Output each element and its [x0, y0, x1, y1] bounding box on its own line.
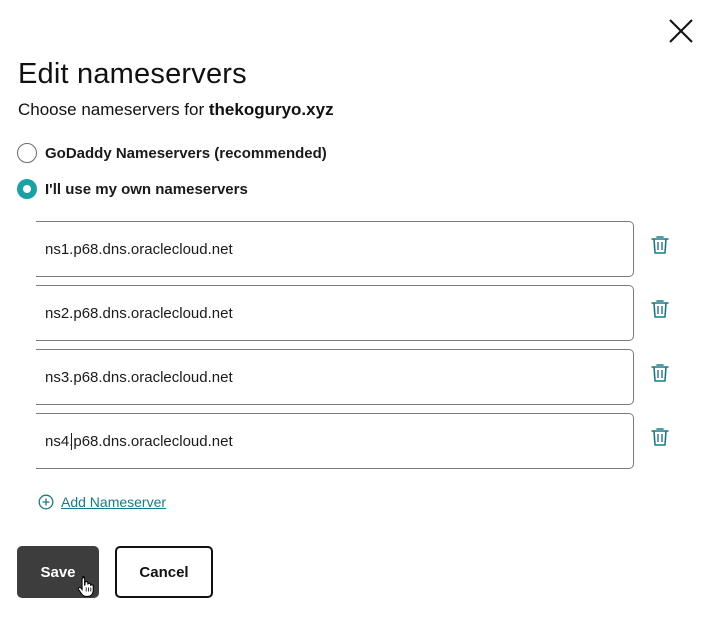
delete-nameserver-button[interactable] [651, 235, 669, 255]
plus-circle-icon [38, 494, 54, 510]
radio-label-godaddy: GoDaddy Nameservers (recommended) [45, 144, 327, 162]
add-nameserver-link[interactable]: Add Nameserver [38, 494, 166, 510]
delete-nameserver-button[interactable] [651, 427, 669, 447]
trash-icon [651, 236, 669, 254]
trash-icon [651, 428, 669, 446]
cancel-button[interactable]: Cancel [115, 546, 213, 598]
dialog-title: Edit nameservers [18, 58, 247, 90]
radio-godaddy-nameservers[interactable]: GoDaddy Nameservers (recommended) [17, 143, 327, 163]
text-caret [71, 433, 72, 450]
nameserver-row [36, 413, 676, 469]
save-button[interactable]: Save [17, 546, 99, 598]
radio-button-unchecked[interactable] [17, 143, 37, 163]
radio-button-checked[interactable] [17, 179, 37, 199]
trash-icon [651, 364, 669, 382]
nameserver-input-1[interactable] [36, 221, 634, 277]
delete-nameserver-button[interactable] [651, 363, 669, 383]
close-button[interactable] [664, 14, 698, 48]
radio-label-custom: I'll use my own nameservers [45, 180, 248, 198]
domain-name: thekoguryo.xyz [208, 100, 334, 119]
trash-icon [651, 300, 669, 318]
nameserver-input-3[interactable] [36, 349, 634, 405]
add-nameserver-label: Add Nameserver [61, 494, 167, 510]
dialog-subtitle: Choose nameservers for thekoguryo.xyz [18, 100, 334, 120]
nameserver-row [36, 285, 676, 341]
nameserver-row [36, 221, 676, 277]
nameserver-input-2[interactable] [36, 285, 634, 341]
delete-nameserver-button[interactable] [651, 299, 669, 319]
radio-custom-nameservers[interactable]: I'll use my own nameservers [17, 179, 248, 199]
edit-nameservers-dialog: Edit nameservers Choose nameservers for … [0, 0, 717, 618]
nameserver-input-4[interactable] [36, 413, 634, 469]
close-icon [669, 19, 693, 43]
subtitle-prefix: Choose nameservers for [18, 100, 209, 119]
nameserver-row [36, 349, 676, 405]
